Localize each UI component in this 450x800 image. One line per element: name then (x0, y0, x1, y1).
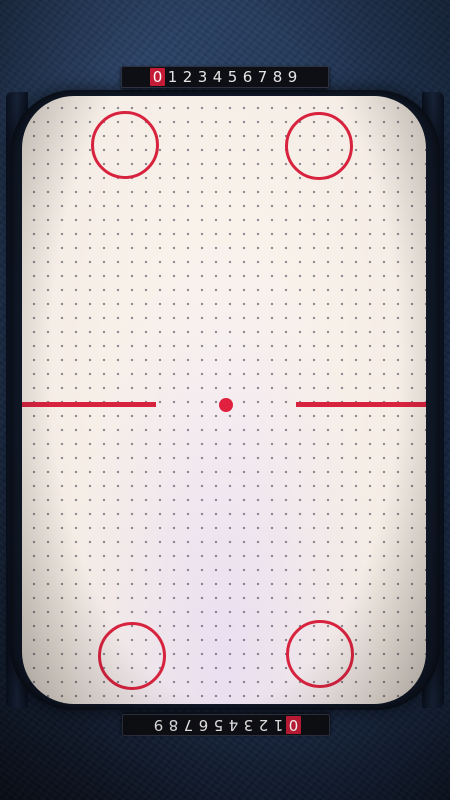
score-digit: 7 (257, 68, 268, 86)
score-digit: 2 (182, 68, 193, 86)
score-digit: 1 (167, 68, 178, 86)
score-digit: 1 (273, 716, 284, 734)
bottom-left-faceoff-circle (98, 622, 166, 690)
score-digit: 6 (198, 716, 209, 734)
top-scoreboard: 0 1 2 3 4 5 6 7 8 9 (121, 66, 329, 88)
score-digit: 4 (212, 68, 223, 86)
air-hockey-table[interactable] (22, 96, 426, 704)
score-digit: 7 (183, 716, 194, 734)
top-left-faceoff-circle (91, 111, 159, 179)
center-line-right (296, 402, 426, 407)
score-digit: 3 (243, 716, 254, 734)
score-digit: 5 (227, 68, 238, 86)
score-digit: 6 (242, 68, 253, 86)
score-digit: 4 (228, 716, 239, 734)
puck-center-dot[interactable] (219, 398, 233, 412)
top-right-faceoff-circle (285, 112, 353, 180)
score-digit: 8 (168, 716, 179, 734)
score-digit: 5 (213, 716, 224, 734)
center-line-left (22, 402, 156, 407)
score-digit: 0 (286, 716, 301, 734)
bottom-scoreboard: 0 1 2 3 4 5 6 7 8 9 (122, 714, 330, 736)
score-digit: 8 (272, 68, 283, 86)
score-digit: 9 (153, 716, 164, 734)
bottom-right-faceoff-circle (286, 620, 354, 688)
score-digit: 0 (150, 68, 165, 86)
score-digit: 3 (197, 68, 208, 86)
score-digit: 9 (287, 68, 298, 86)
score-digit: 2 (258, 716, 269, 734)
